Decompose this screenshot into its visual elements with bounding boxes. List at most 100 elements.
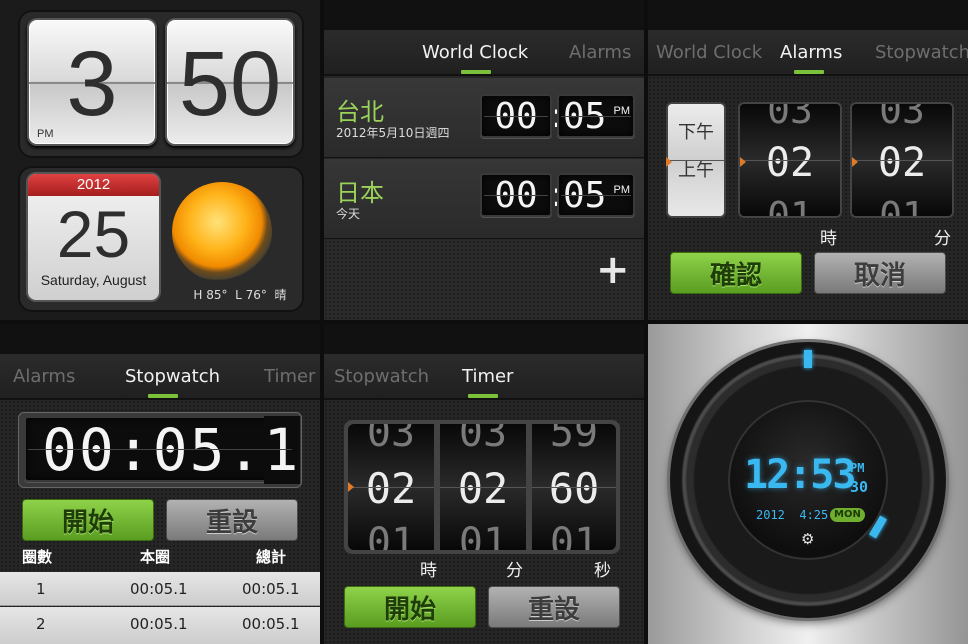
dial-date: 2012 4:25 <box>756 508 829 522</box>
ampm-selection-marker <box>666 157 672 167</box>
city-name: 日本 <box>336 179 384 207</box>
reset-button[interactable]: 重設 <box>166 499 298 541</box>
col-this-lap: 本圈 <box>140 548 171 566</box>
calendar-day: 25 <box>56 197 131 271</box>
dial-weekday: MON <box>834 509 861 520</box>
stopwatch-tenth: 1 <box>263 416 301 484</box>
calendar-year: 2012 <box>76 176 111 193</box>
lap-total: 00:05.1 <box>242 615 300 633</box>
city-hours: 00 <box>494 96 538 137</box>
table-row: 2 00:05.1 00:05.1 <box>0 607 320 644</box>
city-hours: 00 <box>494 175 538 216</box>
add-city-button[interactable]: + <box>596 250 632 290</box>
hour-flip-card[interactable]: 3 PM <box>27 18 157 146</box>
dial-ampm: PM <box>850 461 865 475</box>
hour-selection-marker <box>740 157 746 167</box>
alarms-panel: World Clock Alarms Stopwatch 下午 上午 03 02… <box>648 0 968 320</box>
clock-widget-panel: 3 PM 50 2012 25 Saturday, August H 85° L… <box>0 0 320 320</box>
active-tab-indicator <box>461 70 491 74</box>
city-row[interactable]: 日本 今天 00 : 05 PM <box>324 159 644 239</box>
minute-unit-label: 分 <box>506 561 523 581</box>
minute-wheel[interactable]: 03 02 01 <box>850 102 954 218</box>
start-button[interactable]: 開始 <box>344 586 476 628</box>
tab-stopwatch[interactable]: Stopwatch <box>875 42 968 63</box>
lap-number: 2 <box>36 615 46 633</box>
wheel-value: 03 <box>458 422 508 456</box>
stopwatch-display: 00:05.1 <box>24 416 301 484</box>
gear-icon[interactable]: ⚙ <box>801 532 814 547</box>
tab-timer[interactable]: Timer <box>462 366 513 387</box>
wheel-value: 03 <box>879 102 925 132</box>
city-ampm: PM <box>613 105 631 117</box>
lap-table-header: 圈數 本圈 總計 <box>0 546 320 570</box>
second-unit-label: 秒 <box>594 561 611 581</box>
lap-number: 1 <box>36 580 46 598</box>
city-ampm: PM <box>613 184 631 196</box>
ampm-label: PM <box>37 128 54 140</box>
city-date: 今天 <box>336 207 361 221</box>
timer-hour-wheel[interactable]: 03 02 01 <box>346 422 436 552</box>
tab-world-clock[interactable]: World Clock <box>422 42 528 63</box>
sun-icon <box>172 182 272 282</box>
ampm-option: 下午 <box>678 122 714 143</box>
wheel-value: 03 <box>767 102 813 132</box>
cancel-button[interactable]: 取消 <box>814 252 946 294</box>
dial-clock-panel: 12:53 PM 30 2012 4:25 MON ⚙ <box>648 324 968 644</box>
minute-unit-label: 分 <box>934 229 951 249</box>
timer-second-wheel[interactable]: 59 60 01 <box>530 422 618 552</box>
ampm-option: 上午 <box>678 160 714 181</box>
hour-unit-label: 時 <box>820 229 837 249</box>
dial-time: 12:53 <box>744 452 856 498</box>
wheel-value: 59 <box>549 422 599 456</box>
stopwatch-time: 00:05. <box>42 416 264 484</box>
timer-tabbar: Stopwatch Timer <box>324 324 644 400</box>
active-tab-indicator <box>794 70 824 74</box>
active-tab-indicator <box>468 394 498 398</box>
timer-minute-wheel[interactable]: 03 02 01 <box>438 422 528 552</box>
lap-total: 00:05.1 <box>242 580 300 598</box>
hour-wheel[interactable]: 03 02 01 <box>738 102 842 218</box>
wheel-value-selected: 02 <box>457 464 509 513</box>
tab-alarms[interactable]: Alarms <box>13 366 75 387</box>
hour-digit: 3 <box>66 33 118 135</box>
minute-flip-card[interactable]: 50 <box>165 18 295 146</box>
calendar-year-bar: 2012 <box>28 174 159 196</box>
wheel-value: 01 <box>767 194 813 218</box>
lap-time: 00:05.1 <box>130 580 188 598</box>
calendar-card[interactable]: 2012 25 Saturday, August <box>26 172 161 302</box>
city-minutes: 05 <box>563 96 607 137</box>
tab-stopwatch[interactable]: Stopwatch <box>125 366 220 387</box>
city-hours-display: 00 <box>480 173 552 217</box>
active-tab-indicator <box>148 394 178 398</box>
city-hours-display: 00 <box>480 94 552 138</box>
tab-alarms[interactable]: Alarms <box>780 42 842 63</box>
col-total: 總計 <box>256 548 287 566</box>
tab-world-clock[interactable]: World Clock <box>656 42 762 63</box>
wheel-value: 01 <box>549 520 599 552</box>
minute-digit: 50 <box>178 33 282 135</box>
stopwatch-tabbar: Alarms Stopwatch Timer <box>0 324 320 400</box>
confirm-button[interactable]: 確認 <box>670 252 802 294</box>
ampm-wheel[interactable]: 下午 上午 <box>666 102 726 218</box>
city-row[interactable]: 台北 2012年5月10日週四 00 : 05 PM <box>324 78 644 158</box>
timer-selection-marker <box>348 482 354 492</box>
wheel-value: 01 <box>458 520 508 552</box>
tab-stopwatch[interactable]: Stopwatch <box>334 366 429 387</box>
plus-icon: + <box>596 247 630 293</box>
weather-text: H 85° L 76° 晴 <box>193 288 287 302</box>
wheel-value-selected: 02 <box>365 464 417 513</box>
world-clock-panel: World Clock Alarms 台北 2012年5月10日週四 00 : … <box>324 0 644 320</box>
city-date: 2012年5月10日週四 <box>336 126 450 140</box>
lap-time: 00:05.1 <box>130 615 188 633</box>
table-row: 1 00:05.1 00:05.1 <box>0 572 320 606</box>
wheel-value: 01 <box>879 194 925 218</box>
tab-timer[interactable]: Timer <box>264 366 315 387</box>
start-button[interactable]: 開始 <box>22 499 154 541</box>
reset-button[interactable]: 重設 <box>488 586 620 628</box>
alarms-tabbar: World Clock Alarms Stopwatch <box>648 0 968 76</box>
city-minutes-display: 05 PM <box>557 94 635 138</box>
tab-alarms[interactable]: Alarms <box>569 42 631 63</box>
city-minutes-display: 05 PM <box>557 173 635 217</box>
timer-panel: Stopwatch Timer 03 02 01 03 02 01 59 60 … <box>324 324 644 644</box>
stopwatch-panel: Alarms Stopwatch Timer 00:05.1 開始 重設 圈數 … <box>0 324 320 644</box>
